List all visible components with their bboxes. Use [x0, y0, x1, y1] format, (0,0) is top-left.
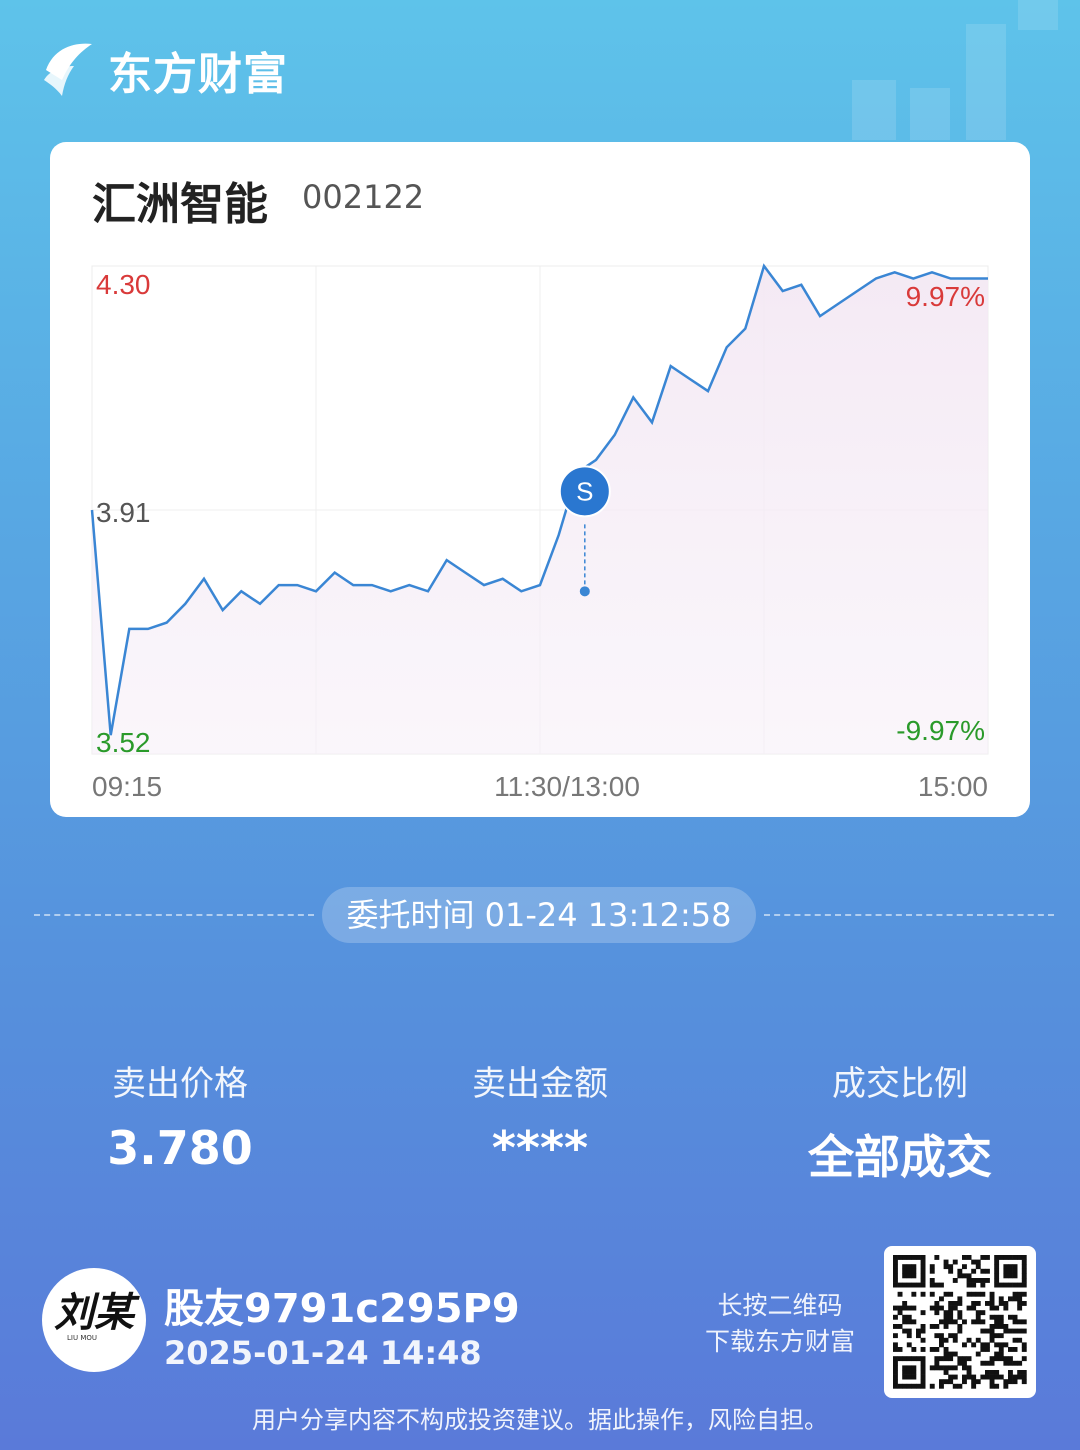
x-tick-mid: 11:30/13:00: [494, 771, 640, 802]
order-time-pill: 委托时间 01-24 13:12:58: [322, 887, 756, 943]
sell-marker-dot: [579, 586, 590, 597]
brand-logo: 东方财富: [40, 38, 288, 102]
avatar[interactable]: 刘某 LIU MOU: [42, 1268, 146, 1372]
divider-left: [34, 914, 314, 916]
qr-code[interactable]: [884, 1246, 1036, 1398]
stat-value: 3.780: [107, 1121, 253, 1175]
brand-name: 东方财富: [108, 49, 288, 100]
qr-hint-line1: 长按二维码: [717, 1291, 843, 1320]
y-tick-top: 4.30: [96, 269, 151, 300]
bg-candle-decoration: [966, 24, 1006, 140]
qr-code-icon: [893, 1255, 1027, 1389]
x-tick-open: 09:15: [92, 771, 162, 802]
divider-right: [764, 914, 1054, 916]
qr-hint: 长按二维码 下载东方财富: [680, 1288, 880, 1360]
stat-value: ****: [491, 1121, 589, 1175]
pct-down-label: -9.97%: [896, 715, 985, 746]
svg-text:刘某: 刘某: [54, 1289, 140, 1336]
brand-logo-icon: [44, 43, 92, 96]
bg-candle-decoration: [910, 88, 950, 140]
disclaimer: 用户分享内容不构成投资建议。据此操作，风险自担。: [252, 1406, 828, 1434]
stat-sell-amount: 卖出金额 ****: [390, 1056, 690, 1175]
bg-candle-decoration: [1018, 0, 1058, 30]
bg-candle-decoration: [852, 80, 896, 140]
stat-label: 成交比例: [832, 1064, 968, 1104]
x-tick-close: 15:00: [918, 771, 988, 802]
stat-fill-ratio: 成交比例 全部成交: [750, 1056, 1050, 1187]
stock-chart-card: 汇洲智能 002122 S 4.30 3.91 3.52 9.97% -9.97…: [50, 142, 1030, 817]
intraday-chart: S 4.30 3.91 3.52 9.97% -9.97% 09:15 11:3…: [90, 263, 989, 802]
pct-up-label: 9.97%: [906, 281, 985, 312]
stat-label: 卖出金额: [472, 1064, 608, 1104]
stat-sell-price: 卖出价格 3.780: [30, 1056, 330, 1175]
y-tick-bottom: 3.52: [96, 727, 151, 758]
stat-label: 卖出价格: [112, 1064, 248, 1104]
stat-value: 全部成交: [808, 1130, 992, 1184]
user-name[interactable]: 股友9791c295P9: [164, 1276, 520, 1334]
svg-text:LIU MOU: LIU MOU: [67, 1334, 97, 1342]
y-tick-mid: 3.91: [96, 497, 151, 528]
avatar-calligraphy-icon: 刘某 LIU MOU: [54, 1289, 140, 1342]
sell-marker-label: S: [576, 476, 593, 506]
qr-hint-line2: 下载东方财富: [704, 1327, 855, 1356]
share-time: 2025-01-24 14:48: [164, 1334, 482, 1372]
